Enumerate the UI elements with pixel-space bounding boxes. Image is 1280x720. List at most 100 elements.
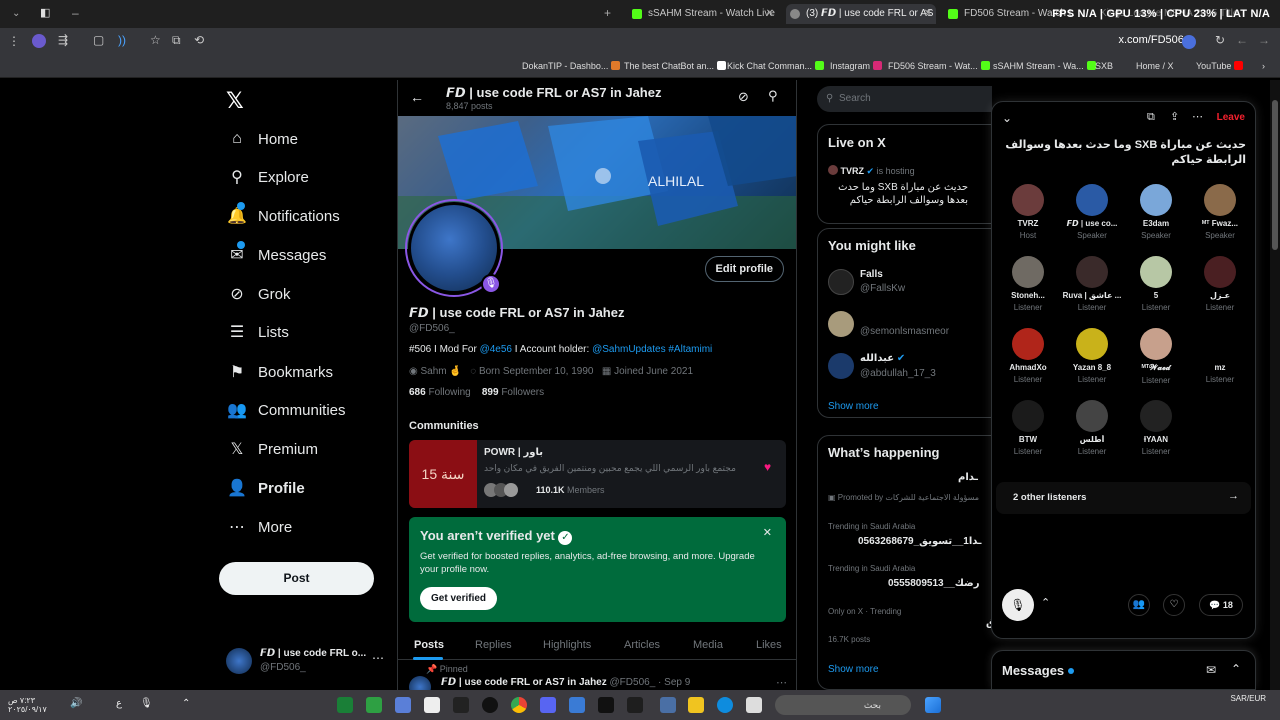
bookmark-youtube[interactable]: YouTube [1196, 61, 1244, 71]
tab-sahm-stream[interactable]: sSAHM Stream - Watch Live on ✕ [628, 4, 778, 24]
people-icon[interactable]: 👥 [1128, 594, 1150, 616]
taskbar-app-icon[interactable] [453, 697, 469, 713]
space-participant[interactable]: Stoneh... Listener [998, 256, 1058, 312]
trend-name[interactable]: ـدام [958, 472, 978, 483]
trend-name[interactable]: ـدا1__تسويق_0563268679 [858, 536, 981, 547]
messages-drawer[interactable]: Messages ✉ ⌃ [991, 650, 1256, 690]
tab-replies[interactable]: Replies [475, 630, 512, 660]
microphone-icon[interactable]: 🎙 [140, 698, 153, 709]
nav-notifications[interactable]: 🔔 Notifications [226, 201, 340, 231]
show-more-link[interactable]: Show more [828, 664, 879, 675]
language-indicator[interactable]: ع [116, 698, 122, 709]
window-icon[interactable]: ◧ [40, 6, 50, 19]
close-icon[interactable]: ✕ [766, 4, 774, 24]
space-participant[interactable]: E3dam Speaker [1126, 184, 1186, 240]
bookmark-sxb[interactable]: SXB [1095, 61, 1113, 71]
space-participant[interactable]: 𝙁𝘿 | use co... Speaker [1062, 184, 1122, 240]
tab-likes[interactable]: Likes [756, 630, 782, 660]
comments-button[interactable]: 💬 18 [1199, 594, 1243, 616]
avatar[interactable] [409, 676, 431, 690]
discord-icon[interactable] [540, 697, 556, 713]
taskbar-app-icon[interactable] [569, 697, 585, 713]
account-switcher[interactable]: 𝙁𝘿 | use code FRL o... @FD506_ ⋯ [226, 644, 396, 684]
space-participant[interactable]: عـزل Listener [1190, 256, 1250, 312]
space-participant[interactable]: AhmadXo Listener [998, 328, 1058, 384]
nav-home[interactable]: ⌂ Home [226, 124, 298, 154]
profile-icon[interactable] [32, 34, 46, 48]
settings-icon[interactable] [395, 697, 411, 713]
nav-explore[interactable]: ⚲ Explore [226, 162, 309, 192]
nav-profile[interactable]: 👤 Profile [226, 473, 305, 503]
calendar-icon[interactable] [424, 697, 440, 713]
tab-media[interactable]: Media [693, 630, 723, 660]
more-icon[interactable]: ⋯ [1192, 110, 1203, 123]
new-message-icon[interactable]: ✉ [1206, 663, 1216, 677]
space-participant[interactable]: TVRZ Host [998, 184, 1058, 240]
grok-icon[interactable]: ⊘ [738, 89, 749, 105]
nav-communities[interactable]: 👥 Communities [226, 395, 346, 425]
community-card[interactable]: 15 سنة POWR | باور مجتمع باور الرسمي الل… [409, 440, 786, 508]
chevron-up-icon[interactable]: ⌃ [1041, 596, 1050, 609]
bookmark-dokantip[interactable]: DokanTIP - Dashbo... [522, 61, 621, 71]
bookmark-chatbot[interactable]: The best ChatBot an... [624, 61, 727, 71]
avatar[interactable] [828, 311, 854, 337]
star-icon[interactable]: ☆ [150, 33, 161, 47]
other-listeners-row[interactable]: 2 other listeners → [996, 482, 1251, 514]
following-link[interactable]: 686 Following [409, 387, 471, 398]
windows-start-icon[interactable] [925, 697, 941, 713]
reaction-icon[interactable]: ♡ [1163, 594, 1185, 616]
tab-articles[interactable]: Articles [624, 630, 660, 660]
screenshot-icon[interactable]: ⟲ [194, 33, 204, 47]
bookmark-home-x[interactable]: Home / X [1136, 61, 1174, 71]
folder-icon[interactable] [688, 697, 704, 713]
space-participant[interactable]: mz Listener [1190, 328, 1250, 384]
bio-mention-link[interactable]: @4e56 [480, 344, 512, 355]
get-verified-button[interactable]: Get verified [420, 587, 498, 610]
suggestion-name[interactable]: Falls [860, 269, 883, 280]
shield-icon[interactable] [660, 697, 676, 713]
more-icon[interactable]: ⋯ [776, 676, 787, 689]
cast-icon[interactable]: )) [118, 33, 126, 47]
post-button[interactable]: Post [219, 562, 374, 595]
bookmark-fd506[interactable]: FD506 Stream - Wat... [888, 61, 990, 71]
url-field[interactable]: x.com/FD506_ [1118, 34, 1190, 46]
taskbar-app-icon[interactable] [366, 697, 382, 713]
nav-more[interactable]: ⋯ More [226, 512, 292, 542]
close-icon[interactable]: ✕ [924, 4, 932, 24]
nav-premium[interactable]: 𝕏 Premium [226, 434, 318, 464]
taskbar-app-icon[interactable] [598, 697, 614, 713]
trend-name[interactable]: 0555809513__رضك [888, 578, 979, 589]
back-arrow-icon[interactable]: ← [410, 89, 424, 105]
taskbar-app-icon[interactable] [337, 697, 353, 713]
nav-lists[interactable]: ☰ Lists [226, 317, 289, 347]
forward-icon[interactable]: → [1258, 33, 1270, 47]
nav-messages[interactable]: ✉ Messages [226, 240, 326, 270]
avatar[interactable] [828, 353, 854, 379]
show-more-link[interactable]: Show more [828, 401, 879, 412]
bookmark-sahm[interactable]: sSAHM Stream - Wa... [993, 61, 1096, 71]
minimize-icon[interactable]: ⧉ [1147, 111, 1155, 124]
leave-button[interactable]: Leave [1217, 112, 1245, 123]
clock[interactable]: ٧:٢٣ ص ٢٠٢٥/٠٩/١٧ [8, 696, 47, 714]
space-participant[interactable]: BTW Listener [998, 400, 1058, 456]
share-icon[interactable]: ⧉ [172, 33, 181, 48]
volume-icon[interactable]: 🔊 [70, 698, 82, 709]
tab-posts[interactable]: Posts [414, 630, 444, 660]
new-tab-icon[interactable]: + [604, 6, 611, 20]
extensions-icon[interactable]: ⇶ [58, 33, 68, 47]
nav-bookmarks[interactable]: ⚑ Bookmarks [226, 357, 333, 387]
space-participant[interactable]: ᴹᵀ Fwaz... Speaker [1190, 184, 1250, 240]
reload-icon[interactable]: ↻ [1215, 33, 1225, 47]
menu-icon[interactable]: ⋮ [8, 34, 20, 48]
currency-widget[interactable]: SAR/EUR [1230, 694, 1266, 703]
space-participant[interactable]: Ruva | عاشق ... Listener [1062, 256, 1122, 312]
close-icon[interactable]: ✕ [763, 526, 772, 539]
expand-icon[interactable]: ⌃ [1231, 662, 1241, 676]
share-icon[interactable]: ⇪ [1170, 110, 1179, 123]
nav-grok[interactable]: ⊘ Grok [226, 279, 290, 309]
search-input[interactable]: ⚲ Search [817, 86, 992, 112]
search-icon[interactable]: ⚲ [768, 88, 778, 104]
taskbar-app-icon[interactable] [746, 697, 762, 713]
bio-mention-link[interactable]: @SahmUpdates #Altamimi [592, 344, 712, 355]
edge-icon[interactable] [717, 697, 733, 713]
